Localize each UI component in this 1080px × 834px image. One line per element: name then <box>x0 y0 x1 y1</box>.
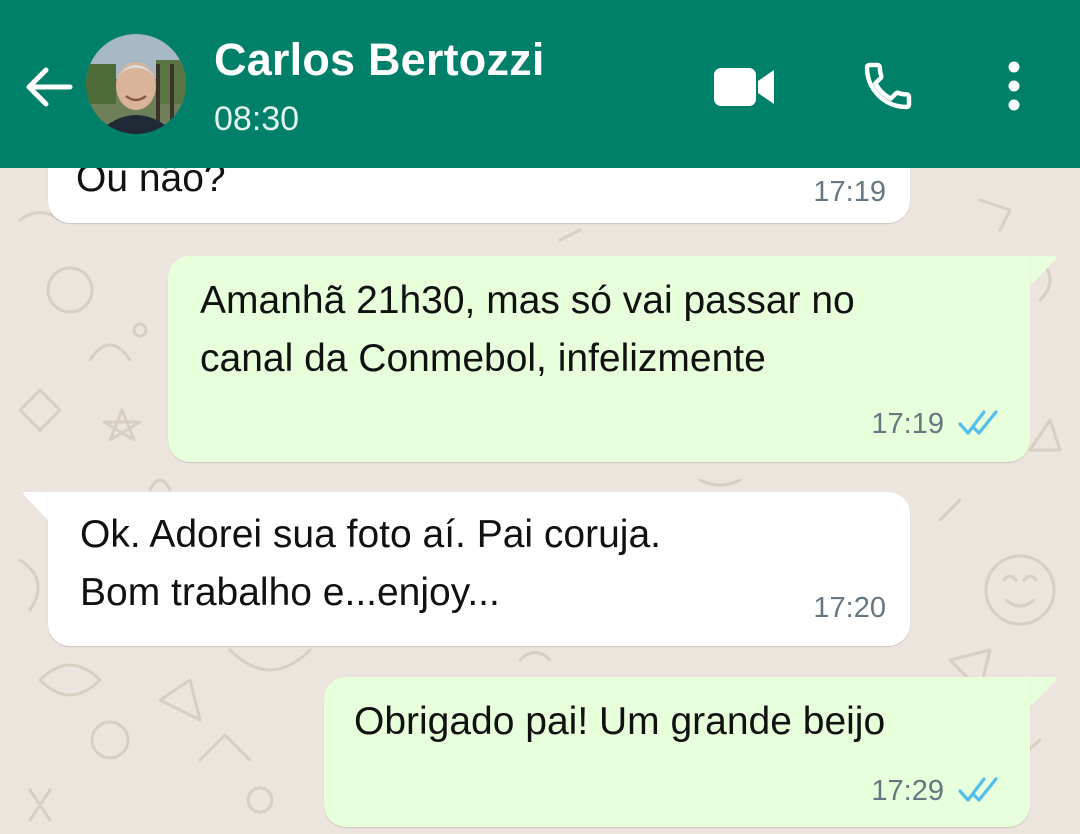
message-bubble-outgoing[interactable]: Obrigado pai! Um grande beijo 17:29 <box>324 677 1030 827</box>
message-text: Amanhã 21h30, mas só vai passar no canal… <box>200 272 855 388</box>
contact-status: 08:30 <box>214 100 300 138</box>
double-check-read-icon <box>958 777 998 802</box>
bubble-tail-outgoing <box>1026 256 1057 284</box>
bubble-tail-outgoing <box>1026 677 1057 705</box>
double-check-read-icon <box>958 410 998 435</box>
arrow-left-icon[interactable] <box>22 60 76 114</box>
message-time: 17:19 <box>813 176 886 208</box>
video-call-icon[interactable] <box>712 64 776 110</box>
message-line: Bom trabalho e...enjoy... <box>80 571 500 614</box>
message-line: canal da Conmebol, infelizmente <box>200 337 766 380</box>
message-line: Obrigado pai! Um grande beijo <box>354 700 886 743</box>
message-line: Ok. Adorei sua foto aí. Pai coruja. <box>80 513 661 556</box>
message-line: Amanhã 21h30, mas só vai passar no <box>200 279 855 322</box>
chat-header: Carlos Bertozzi 08:30 <box>0 0 1080 168</box>
message-time: 17:29 <box>871 775 944 807</box>
message-text: Obrigado pai! Um grande beijo <box>354 693 885 751</box>
message-bubble-outgoing[interactable]: Amanhã 21h30, mas só vai passar no canal… <box>168 256 1030 462</box>
message-bubble-incoming[interactable]: Ok. Adorei sua foto aí. Pai coruja. Bom … <box>48 492 910 646</box>
message-time: 17:20 <box>813 592 886 624</box>
more-vert-icon[interactable] <box>998 58 1030 114</box>
message-time: 17:19 <box>871 408 944 440</box>
phone-icon[interactable] <box>860 58 916 114</box>
message-text: Ok. Adorei sua foto aí. Pai coruja. Bom … <box>80 506 661 622</box>
avatar[interactable] <box>86 34 186 134</box>
contact-name[interactable]: Carlos Bertozzi <box>214 34 545 86</box>
